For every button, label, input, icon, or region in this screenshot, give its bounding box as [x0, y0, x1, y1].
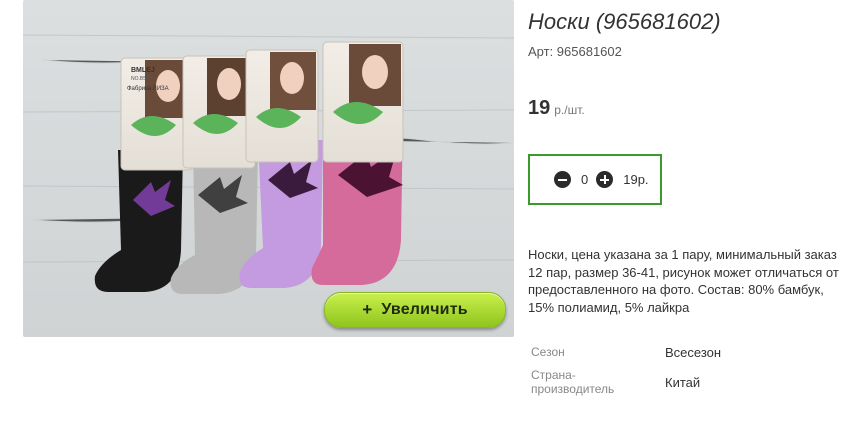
zoom-button-label: Увеличить — [381, 301, 468, 318]
card-brand: BMLEJ — [131, 67, 155, 74]
plus-icon: + — [362, 300, 373, 319]
property-row: Сезон Всесезон — [528, 345, 721, 360]
card-code: NO.B585 — [131, 76, 152, 82]
product-sku: Арт: 965681602 — [528, 44, 622, 59]
package-card-4 — [322, 41, 404, 163]
zoom-button[interactable]: + Увеличить — [324, 292, 506, 328]
package-card-2 — [182, 55, 256, 169]
price-value: 19 — [528, 97, 551, 119]
cart-total: 19р. — [623, 172, 649, 187]
property-label: Сезон — [531, 345, 565, 359]
package-card-1 — [120, 57, 194, 171]
product-title: Носки (965681602) — [528, 9, 721, 34]
minus-icon[interactable] — [554, 171, 571, 188]
property-row: Страна-производитель Китай — [528, 368, 700, 396]
quantity-value: 0 — [581, 172, 589, 187]
package-card-3 — [245, 49, 319, 163]
quantity-stepper: 0 19р. — [528, 154, 662, 205]
product-description: Носки, цена указана за 1 пару, минимальн… — [528, 247, 839, 315]
product-image: BMLEJ Фабрика ЛИЗА NO.B585 — [23, 0, 514, 337]
price-unit: р./шт. — [554, 103, 585, 117]
property-value: Всесезон — [665, 345, 722, 360]
property-value: Китай — [665, 375, 701, 390]
product-price: 19 р./шт. — [528, 97, 585, 120]
property-label: Страна-производитель — [531, 368, 615, 396]
plus-icon[interactable] — [596, 171, 614, 188]
product-photo[interactable]: BMLEJ Фабрика ЛИЗА NO.B585 + Увеличить — [23, 0, 514, 337]
card-factory: Фабрика ЛИЗА — [127, 86, 169, 92]
